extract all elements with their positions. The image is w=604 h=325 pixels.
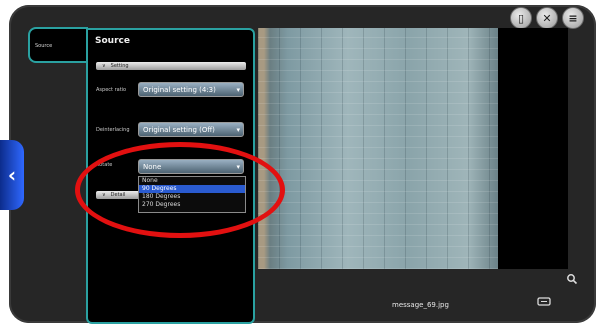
chevron-down-icon: ▾ [236,126,240,134]
back-arrow-icon[interactable]: ‹ [0,140,24,210]
window-controls: ▯ ✕ ≡ [510,7,584,29]
section-setting[interactable]: ∨ Setting [96,62,246,70]
chevron-down-icon: ∨ [102,63,106,69]
deinterlacing-value: Original setting (Off) [143,126,215,134]
close-icon[interactable]: ✕ [536,7,558,29]
section-setting-label: Setting [110,63,129,69]
menu-icon[interactable]: ≡ [562,7,584,29]
document-icon[interactable]: ▯ [510,7,532,29]
magnifier-icon[interactable] [566,273,578,285]
screen-icon[interactable] [537,296,551,307]
panel-title: Source [95,36,130,46]
image-filename: message_69.jpg [392,301,449,309]
aspect-ratio-select[interactable]: Original setting (4:3) ▾ [138,82,244,97]
aspect-ratio-label: Aspect ratio [96,87,127,93]
tab-source[interactable]: Source [28,27,88,63]
chevron-down-icon: ▾ [236,86,240,94]
preview-letterbox [498,28,568,269]
deinterlacing-label: Deinterlacing [96,127,130,133]
highlight-annotation [75,142,285,238]
tab-source-label: Source [35,43,53,49]
image-preview [258,28,498,269]
deinterlacing-select[interactable]: Original setting (Off) ▾ [138,122,244,137]
aspect-ratio-value: Original setting (4:3) [143,86,216,94]
